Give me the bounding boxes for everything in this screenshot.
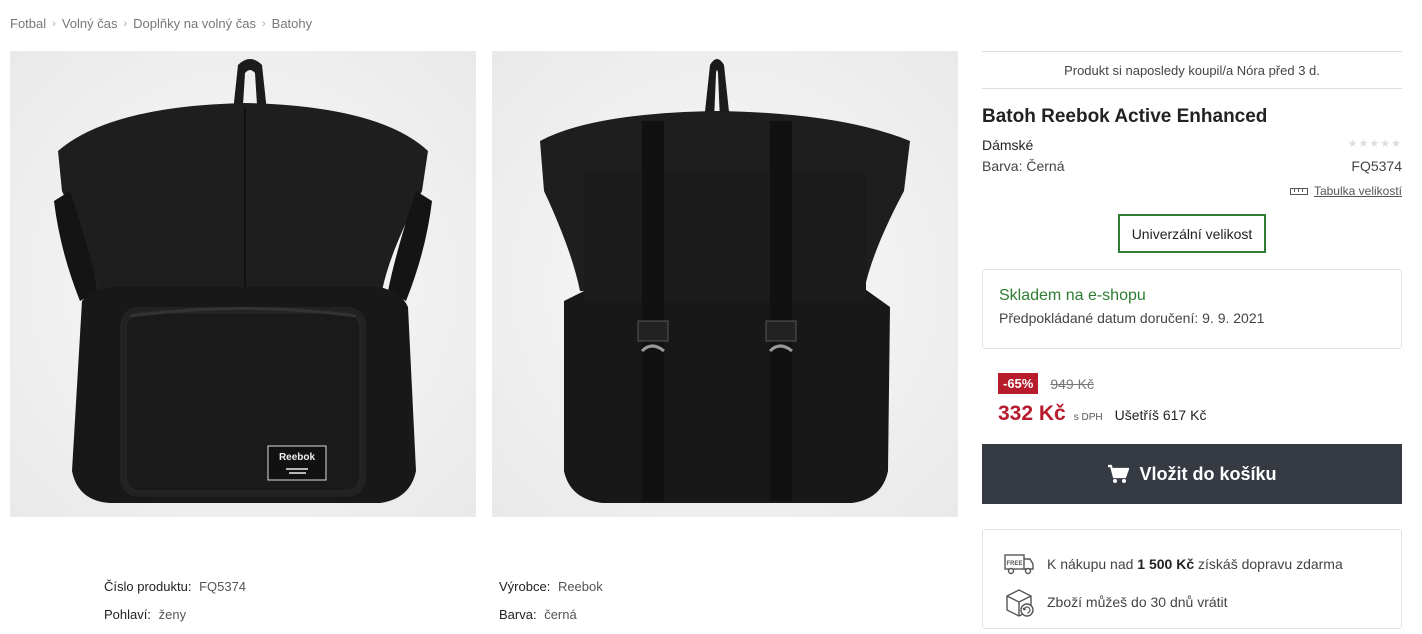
product-code: FQ5374	[1351, 158, 1402, 174]
return-box-icon	[1006, 589, 1034, 617]
discount-badge: -65%	[998, 373, 1039, 394]
rating-stars[interactable]: ★★★★★	[1348, 137, 1402, 153]
size-table-link[interactable]: Tabulka velikostí	[982, 184, 1402, 198]
backpack-back-image	[492, 51, 958, 517]
stock-box: Skladem na e-shopu Předpokládané datum d…	[982, 269, 1402, 349]
benefit-free-shipping: FREE K nákupu nad 1 500 Kč získáš doprav…	[1003, 548, 1381, 580]
savings-text: Ušetříš 617 Kč	[1114, 407, 1207, 423]
spec-label: Barva:	[499, 607, 537, 622]
spec-label: Číslo produktu:	[104, 579, 192, 594]
spec-value: FQ5374	[199, 579, 247, 594]
delivery-label: Předpokládané datum doručení:	[999, 310, 1199, 326]
shopping-cart-icon	[1108, 464, 1130, 483]
price-area: -65% 949 Kč 332 Kč s DPH Ušetříš 617 Kč	[982, 373, 1402, 426]
product-title: Batoh Reebok Active Enhanced	[982, 106, 1268, 127]
breadcrumb-item-fotbal[interactable]: Fotbal	[10, 16, 46, 31]
size-table-label[interactable]: Tabulka velikostí	[1314, 184, 1402, 198]
ruler-icon	[1289, 187, 1308, 195]
breadcrumb-item-volny-cas[interactable]: Volný čas	[62, 16, 118, 31]
spec-color: Barva: černá	[499, 606, 603, 634]
spec-label: Výrobce:	[499, 579, 551, 594]
vat-note: s DPH	[1073, 412, 1103, 423]
price-current-row: 332 Kč s DPH Ušetříš 617 Kč	[998, 402, 1402, 426]
returns-text: Zboží můžeš do 30 dnů vrátit	[1047, 594, 1228, 610]
breadcrumb-item-batohy[interactable]: Batohy	[272, 16, 312, 31]
free-shipping-text: K nákupu nad 1 500 Kč získáš dopravu zda…	[1047, 556, 1343, 572]
delivery-date: 9. 9. 2021	[1202, 310, 1265, 326]
free-delivery-truck-icon: FREE	[1004, 554, 1034, 575]
spec-product-number: Číslo produktu: FQ5374	[104, 578, 246, 606]
price-discount-row: -65% 949 Kč	[998, 373, 1402, 394]
product-detail-panel: Produkt si naposledy koupil/a Nóra před …	[982, 51, 1402, 629]
free-shipping-amount: 1 500 Kč	[1137, 556, 1195, 572]
spec-manufacturer: Výrobce: Reebok	[499, 578, 603, 606]
spec-gender: Pohlaví: ženy	[104, 606, 246, 634]
spec-value: černá	[544, 607, 577, 622]
old-price: 949 Kč	[1050, 375, 1094, 392]
breadcrumb-separator: ›	[261, 17, 266, 30]
breadcrumb-separator: ›	[123, 17, 128, 30]
free-badge-text: FREE	[1006, 561, 1022, 567]
product-photo-front[interactable]: Reebok	[10, 51, 476, 517]
free-shipping-prefix: K nákupu nad	[1047, 556, 1134, 572]
product-specs-left: Číslo produktu: FQ5374 Pohlaví: ženy	[104, 578, 246, 634]
add-to-cart-label: Vložit do košíku	[1139, 463, 1277, 484]
spec-label: Pohlaví:	[104, 607, 151, 622]
benefit-returns: Zboží můžeš do 30 dnů vrátit	[1003, 586, 1381, 618]
stock-status: Skladem na e-shopu	[999, 287, 1146, 304]
free-shipping-suffix: získáš dopravu zdarma	[1198, 556, 1343, 572]
add-to-cart-button[interactable]: Vložit do košíku	[982, 444, 1402, 504]
last-bought-notice: Produkt si naposledy koupil/a Nóra před …	[982, 51, 1402, 89]
product-meta-secondary: Barva: Černá FQ5374	[982, 158, 1402, 174]
product-color: Barva: Černá	[982, 158, 1065, 174]
reebok-logo-text: Reebok	[279, 452, 316, 463]
spec-value: Reebok	[557, 579, 603, 594]
breadcrumb: Fotbal › Volný čas › Doplňky na volný ča…	[10, 16, 312, 31]
product-gender: Dámské	[982, 137, 1034, 153]
backpack-front-image: Reebok	[10, 51, 476, 517]
current-price: 332 Kč	[998, 402, 1066, 425]
breadcrumb-separator: ›	[52, 17, 56, 30]
breadcrumb-item-doplnky[interactable]: Doplňky na volný čas	[133, 16, 256, 31]
spec-value: ženy	[158, 607, 187, 622]
product-specs-right: Výrobce: Reebok Barva: černá	[499, 578, 603, 634]
product-meta: Dámské ★★★★★	[982, 137, 1402, 153]
product-photo-back[interactable]	[492, 51, 958, 517]
size-option-button[interactable]: Univerzální velikost	[1118, 214, 1266, 253]
benefits-box: FREE K nákupu nad 1 500 Kč získáš doprav…	[982, 529, 1402, 629]
delivery-estimate: Předpokládané datum doručení: 9. 9. 2021	[999, 310, 1385, 326]
